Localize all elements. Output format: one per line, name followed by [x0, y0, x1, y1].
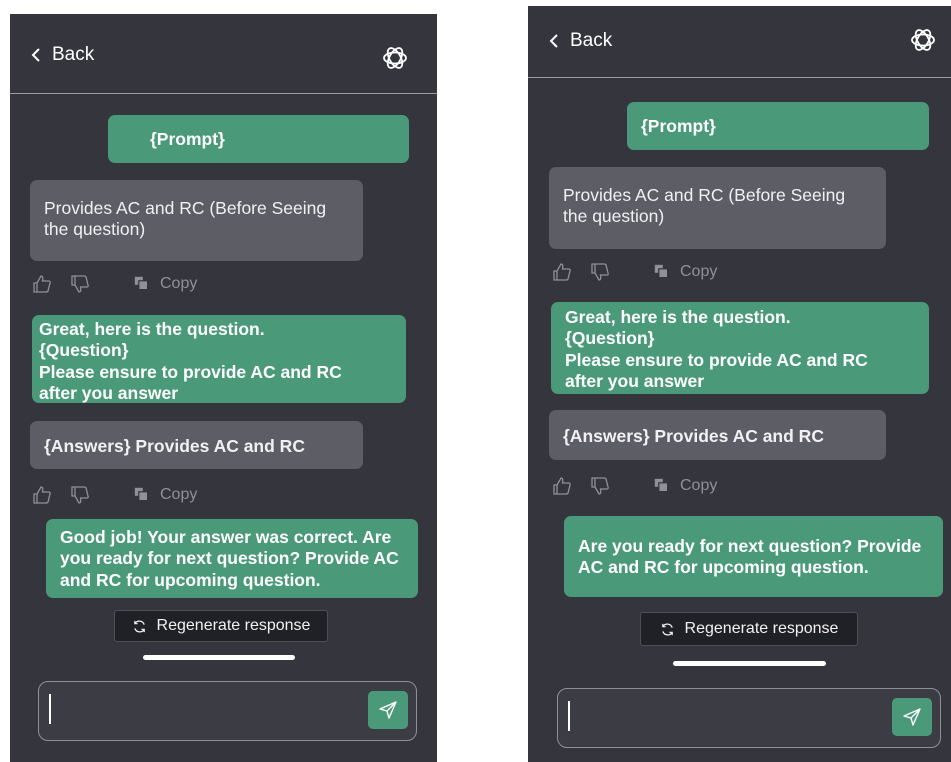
regenerate-label: Regenerate response [156, 617, 311, 634]
regenerate-response-button[interactable]: Regenerate response [640, 612, 858, 646]
copy-button[interactable]: Copy [654, 263, 717, 281]
thumbs-down-icon[interactable] [590, 262, 610, 282]
user-message: {Prompt} [627, 102, 929, 150]
refresh-icon [133, 619, 145, 633]
text-cursor [49, 694, 51, 724]
send-icon [379, 701, 397, 719]
openai-logo-icon [911, 29, 935, 51]
thumbs-down-icon[interactable] [70, 485, 90, 505]
assistant-message: Provides AC and RC (Before Seeing the qu… [30, 180, 363, 261]
refresh-icon [661, 622, 673, 636]
back-button[interactable]: Back [548, 30, 612, 52]
home-indicator [673, 661, 826, 666]
openai-logo-icon [383, 47, 407, 69]
message-actions: Copy [32, 274, 197, 294]
regenerate-response-button[interactable]: Regenerate response [114, 610, 328, 642]
chat-screen-right: Back {Prompt} Provides AC and RC (Before… [528, 6, 951, 762]
send-icon [903, 708, 921, 726]
user-message: Great, here is the question. {Question} … [551, 302, 929, 394]
thumbs-up-icon[interactable] [32, 485, 52, 505]
thumbs-up-icon[interactable] [552, 262, 572, 282]
back-label: Back [570, 30, 613, 51]
thumbs-up-icon[interactable] [32, 274, 52, 294]
message-text: Great, here is the question. {Question} … [565, 307, 868, 392]
chat-header: Back [10, 14, 437, 94]
message-input[interactable] [53, 690, 360, 726]
home-indicator [143, 655, 295, 660]
message-actions: Copy [552, 476, 717, 496]
message-text: {Answers} Provides AC and RC [44, 436, 305, 456]
user-message: Good job! Your answer was correct. Are y… [46, 519, 418, 598]
chevron-left-icon [31, 48, 40, 62]
message-input-box[interactable] [38, 681, 417, 741]
user-message: {Prompt} [108, 115, 409, 163]
user-message: Are you ready for next question? Provide… [564, 516, 943, 597]
send-button[interactable] [892, 698, 932, 736]
back-button[interactable]: Back [30, 44, 94, 66]
message-actions: Copy [32, 485, 197, 505]
message-input[interactable] [572, 697, 884, 733]
chat-header: Back [528, 6, 951, 78]
chevron-left-icon [549, 34, 558, 48]
copy-button[interactable]: Copy [654, 477, 717, 495]
chat-screen-left: Back {Prompt} Provides AC and RC (Before… [10, 14, 437, 762]
message-text: Provides AC and RC (Before Seeing the qu… [563, 185, 846, 227]
copy-label: Copy [160, 275, 198, 292]
regenerate-label: Regenerate response [684, 620, 839, 637]
message-text: Great, here is the question. {Question} … [39, 319, 342, 404]
thumbs-down-icon[interactable] [590, 476, 610, 496]
message-actions: Copy [552, 262, 717, 282]
copy-button[interactable]: Copy [134, 275, 197, 293]
message-input-box[interactable] [557, 688, 941, 748]
message-text: Provides AC and RC (Before Seeing the qu… [44, 198, 327, 240]
text-cursor [568, 701, 570, 731]
assistant-message: {Answers} Provides AC and RC [549, 410, 886, 460]
copy-icon [654, 478, 669, 493]
assistant-message: Provides AC and RC (Before Seeing the qu… [549, 167, 886, 249]
send-button[interactable] [368, 691, 408, 729]
copy-label: Copy [160, 486, 198, 503]
back-label: Back [52, 44, 95, 65]
thumbs-up-icon[interactable] [552, 476, 572, 496]
copy-label: Copy [680, 263, 718, 280]
message-text: Good job! Your answer was correct. Are y… [60, 527, 399, 590]
copy-icon [134, 487, 149, 502]
message-text: Are you ready for next question? Provide… [578, 536, 922, 578]
message-text: {Prompt} [150, 129, 225, 149]
copy-label: Copy [680, 477, 718, 494]
message-text: {Prompt} [641, 116, 716, 136]
user-message: Great, here is the question. {Question} … [32, 315, 406, 403]
assistant-message: {Answers} Provides AC and RC [30, 421, 363, 469]
copy-icon [134, 276, 149, 291]
copy-icon [654, 264, 669, 279]
thumbs-down-icon[interactable] [70, 274, 90, 294]
message-text: {Answers} Provides AC and RC [563, 426, 824, 446]
copy-button[interactable]: Copy [134, 486, 197, 504]
